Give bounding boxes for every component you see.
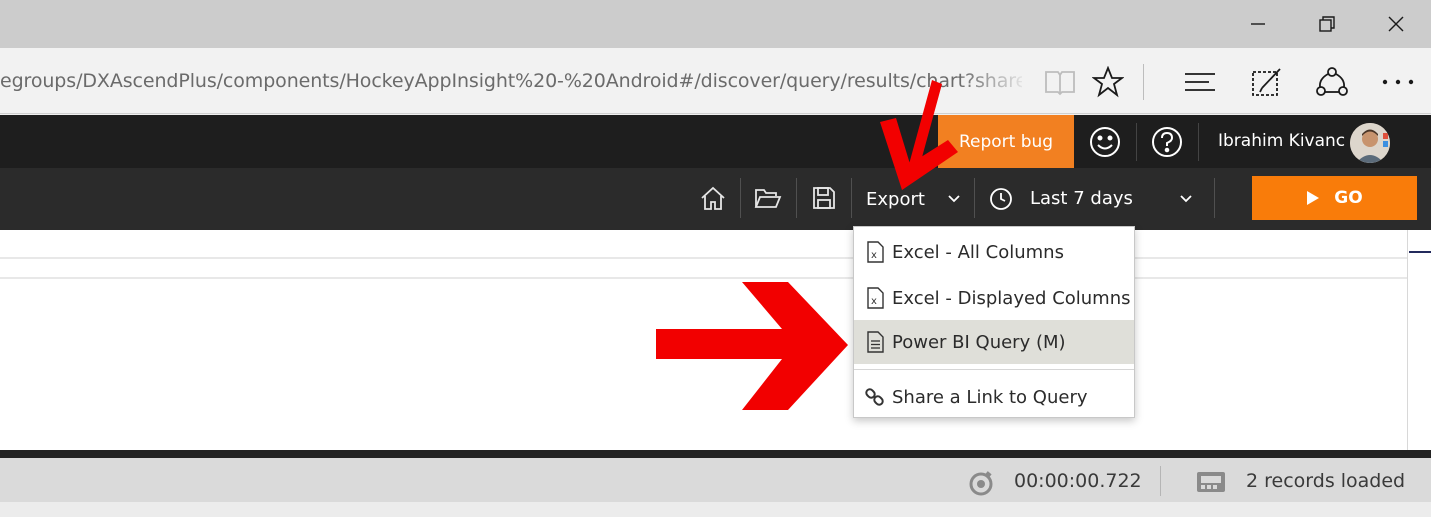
play-icon <box>1307 191 1320 205</box>
chevron-down-icon <box>1180 195 1192 203</box>
share-icon <box>1316 67 1348 96</box>
share-button[interactable] <box>1310 60 1354 104</box>
grid-line <box>0 277 1407 279</box>
menu-item-label: Excel - All Columns <box>892 241 1064 263</box>
grid-line <box>0 257 1407 259</box>
address-bar-row: egroups/DXAscendPlus/components/HockeyAp… <box>0 48 1431 114</box>
close-window-button[interactable] <box>1361 0 1431 48</box>
help-icon <box>1152 126 1182 157</box>
reading-view-button[interactable] <box>1038 60 1082 104</box>
restore-icon <box>1319 16 1335 32</box>
url-fade <box>960 62 1030 102</box>
time-range-dropdown[interactable]: Last 7 days <box>975 168 1207 230</box>
status-divider <box>1160 466 1161 496</box>
browser-title-bar <box>0 0 1431 48</box>
help-button[interactable] <box>1137 115 1197 168</box>
toolbar-divider <box>740 178 741 218</box>
menu-item-label: Excel - Displayed Columns <box>892 287 1131 309</box>
open-button[interactable] <box>744 174 792 222</box>
minimize-button[interactable] <box>1223 0 1293 48</box>
menu-item-label: Power BI Query (M) <box>892 331 1066 353</box>
records-icon <box>1197 472 1225 492</box>
menu-item-excel-displayed-columns[interactable]: x Excel - Displayed Columns <box>854 276 1134 320</box>
home-button[interactable] <box>689 174 737 222</box>
svg-text:x: x <box>871 296 877 307</box>
save-button[interactable] <box>800 174 848 222</box>
go-label: GO <box>1334 188 1363 208</box>
scrollbar-track[interactable] <box>1407 230 1408 450</box>
results-area <box>0 230 1431 450</box>
open-folder-icon <box>754 189 782 208</box>
menu-divider <box>854 369 1134 370</box>
web-note-icon <box>1252 68 1281 96</box>
save-icon <box>813 187 835 209</box>
feedback-button[interactable] <box>1075 115 1135 168</box>
avatar[interactable] <box>1350 123 1390 163</box>
header-divider <box>1198 123 1199 161</box>
svg-text:x: x <box>871 250 877 261</box>
favorites-button[interactable] <box>1086 60 1130 104</box>
clock-icon <box>990 188 1012 210</box>
bottom-strip <box>0 502 1431 517</box>
toolbar-divider <box>1214 178 1215 218</box>
content-bottom-bar <box>0 450 1431 458</box>
home-icon <box>701 186 725 210</box>
stopwatch-icon <box>969 471 993 496</box>
toolbar-divider <box>796 178 797 218</box>
time-range-label: Last 7 days <box>1030 188 1133 209</box>
hub-icon <box>1185 73 1215 91</box>
reading-view-icon <box>1045 71 1075 96</box>
close-icon <box>1388 16 1404 32</box>
export-label: Export <box>866 188 925 210</box>
user-name[interactable]: Ibrahim Kivanc <box>1218 115 1345 168</box>
web-note-button[interactable] <box>1244 60 1288 104</box>
menu-item-share-link[interactable]: Share a Link to Query <box>854 375 1134 419</box>
export-dropdown[interactable]: Export <box>853 168 973 230</box>
excel-icon: x <box>867 287 884 309</box>
more-icon <box>1382 79 1414 85</box>
more-button[interactable] <box>1376 60 1420 104</box>
records-loaded: 2 records loaded <box>1246 470 1406 492</box>
address-bar[interactable]: egroups/DXAscendPlus/components/HockeyAp… <box>0 70 1022 94</box>
scrollbar-thumb[interactable] <box>1409 251 1431 253</box>
minimize-icon <box>1251 23 1265 25</box>
elapsed-time: 00:00:00.722 <box>1014 470 1142 492</box>
export-menu: x Excel - All Columns x Excel - Displaye… <box>853 226 1135 418</box>
chevron-down-icon <box>948 195 960 203</box>
status-bar: 00:00:00.722 2 records loaded <box>0 458 1431 502</box>
link-icon <box>865 388 884 406</box>
menu-item-power-bi-query[interactable]: Power BI Query (M) <box>854 320 1134 364</box>
favorites-star-icon <box>1092 66 1124 98</box>
go-button[interactable]: GO <box>1252 176 1417 220</box>
menu-item-excel-all-columns[interactable]: x Excel - All Columns <box>854 230 1134 274</box>
restore-button[interactable] <box>1292 0 1362 48</box>
app-header: Report bug Ibrahim Kivanc <box>0 115 1431 168</box>
hub-button[interactable] <box>1178 60 1222 104</box>
toolbar-divider <box>1143 64 1144 100</box>
document-icon <box>867 331 884 353</box>
query-toolbar: Export Last 7 days GO <box>0 168 1431 230</box>
smiley-icon <box>1090 126 1120 157</box>
report-bug-button[interactable]: Report bug <box>938 115 1074 168</box>
excel-icon: x <box>867 241 884 263</box>
avatar-photo <box>1350 123 1390 163</box>
menu-item-label: Share a Link to Query <box>892 386 1088 408</box>
toolbar-divider <box>851 178 852 218</box>
